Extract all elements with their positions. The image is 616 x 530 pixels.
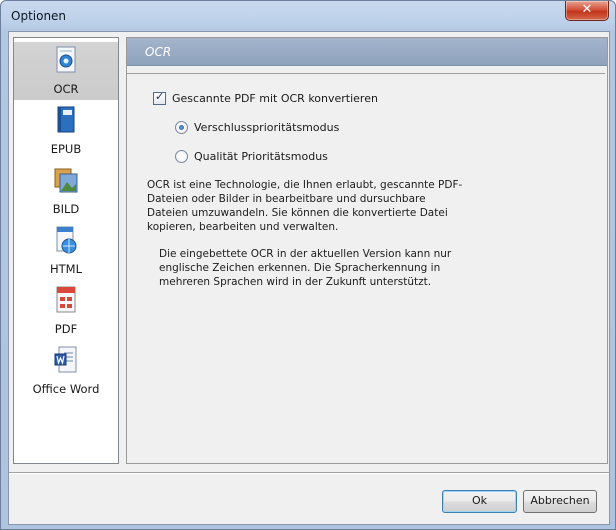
ocr-description: OCR ist eine Technologie, die Ihnen erla… (147, 179, 463, 233)
sidebar-item-html[interactable]: HTML (14, 222, 118, 280)
sidebar-item-bild[interactable]: BILD (14, 162, 118, 220)
convert-ocr-checkbox[interactable] (153, 90, 166, 105)
radio-shutter-priority[interactable]: Verschlussprioritätsmodus (175, 119, 339, 135)
html-icon (56, 226, 77, 254)
sidebar-item-office-word[interactable]: Office Word (14, 342, 118, 400)
options-dialog: Optionen ✕ OCR EPUB BILD HTML PDF Office… (0, 0, 616, 530)
pdf-icon (56, 286, 76, 313)
sidebar-item-ocr[interactable]: OCR (14, 42, 118, 100)
dialog-body: OCR EPUB BILD HTML PDF Office Word OCR ✓… (8, 31, 610, 525)
ocr-icon (56, 46, 76, 73)
radio-button[interactable] (175, 120, 188, 134)
cancel-button[interactable]: Abbrechen (523, 490, 597, 513)
sidebar-item-label: EPUB (50, 142, 82, 156)
radio-quality-priority[interactable]: Qualität Prioritätsmodus (175, 148, 328, 164)
window-title: Optionen (11, 9, 67, 23)
convert-ocr-checkbox-row[interactable]: Gescannte PDF mit OCR konvertieren (153, 90, 378, 106)
close-icon: ✕ (581, 2, 593, 17)
radio-label[interactable]: Qualität Prioritätsmodus (194, 150, 328, 163)
image-icon (54, 168, 78, 193)
footer-divider (9, 472, 609, 474)
panel-title: OCR (145, 45, 172, 59)
title-bar[interactable]: Optionen ✕ (1, 1, 615, 31)
sidebar-item-epub[interactable]: EPUB (14, 102, 118, 160)
radio-button[interactable] (175, 149, 188, 163)
category-sidebar: OCR EPUB BILD HTML PDF Office Word (13, 37, 119, 464)
ocr-settings: Gescannte PDF mit OCR konvertieren Versc… (127, 73, 605, 462)
panel-header: OCR (127, 38, 607, 66)
sidebar-item-pdf[interactable]: PDF (14, 282, 118, 340)
sidebar-item-label: HTML (49, 262, 82, 276)
epub-icon (57, 106, 75, 133)
settings-panel: OCR Gescannte PDF mit OCR konvertieren V… (126, 37, 608, 464)
close-button[interactable]: ✕ (565, 1, 609, 21)
word-icon (54, 346, 77, 373)
radio-label[interactable]: Verschlussprioritätsmodus (194, 121, 339, 134)
sidebar-item-label: BILD (52, 202, 80, 216)
sidebar-item-label: OCR (53, 82, 79, 96)
ok-button[interactable]: Ok (442, 490, 517, 513)
convert-ocr-label[interactable]: Gescannte PDF mit OCR konvertieren (172, 92, 378, 105)
ocr-language-note: Die eingebettete OCR in der aktuellen Ve… (159, 248, 452, 288)
sidebar-item-label: PDF (54, 322, 78, 336)
sidebar-item-label: Office Word (32, 382, 100, 396)
